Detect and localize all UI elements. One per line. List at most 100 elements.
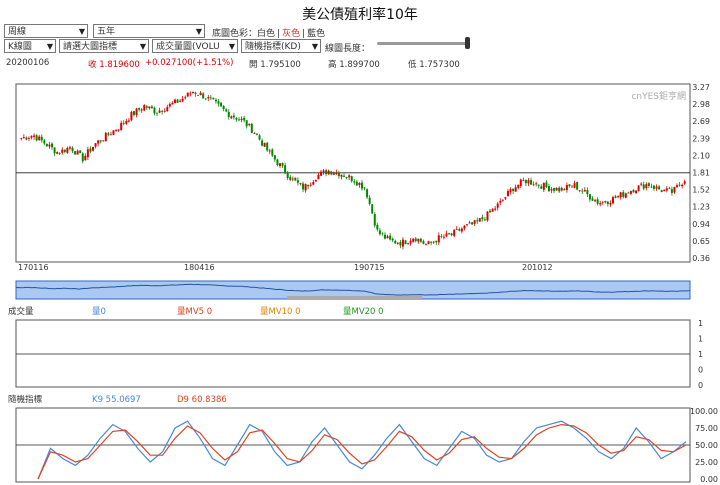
candle-body [435,241,438,243]
candle-body [535,183,538,185]
candle-body [458,229,461,231]
candle-body [156,112,159,114]
candle-body [112,130,115,135]
price-x-tick: 201012 [522,263,553,272]
stock-chart: cnYES鉅亨網 3.27 2.98 2.69 2.39 2.10 1.81 1.52 1.2… [8,83,718,484]
candle-body [591,198,594,201]
candle-body [138,108,141,110]
candle-body [360,182,363,189]
candle-body [248,123,251,126]
candle-body [163,110,166,112]
candle-body [419,238,422,242]
candle-body [214,99,217,102]
candle-body [284,165,287,174]
candle-body [348,175,351,178]
candle-body [199,92,202,96]
candle-body [74,151,77,155]
candle-body [665,188,668,191]
candle-body [97,140,100,144]
candle-body [261,140,264,146]
candle-body [663,189,666,192]
candle-body [471,222,474,225]
candle-body [530,180,533,185]
candle-body [102,140,105,142]
candle-body [483,219,486,221]
candle-body [578,190,581,192]
price-y-tick: 2.39 [692,134,710,143]
candle-body [371,204,374,214]
candle-body [263,143,266,147]
candle-body [450,233,453,236]
kd-y-tick: 0.00 [700,475,718,484]
price-y-axis: 3.27 2.98 2.69 2.39 2.10 1.81 1.52 1.23 0.94 0.65… [692,83,710,263]
candle-body [48,144,51,147]
candle-body [355,181,358,186]
candle-body [225,109,228,112]
price-x-axis: 170116 180416 190715 201012 [18,263,553,272]
candle-body [678,184,681,186]
candle-body [404,240,407,245]
candle-body [79,150,82,153]
candle-body [571,186,574,188]
candle-body [71,147,74,152]
candle-body [358,182,361,185]
candle-body [468,222,471,224]
candle-body [553,188,556,191]
candle-body [230,116,233,119]
candle-body [45,143,48,147]
candle-body [658,186,661,190]
candle-body [122,122,125,124]
candle-body [455,228,458,230]
candle-body [107,133,110,135]
candle-body [304,184,307,191]
candle-body [343,175,346,177]
candle-body [281,162,284,166]
candle-body [611,197,614,204]
candle-body [63,149,66,153]
candle-body [489,210,492,213]
candle-body [22,137,25,138]
candle-body [407,242,410,244]
candle-body [425,244,428,246]
candle-body [463,225,466,229]
price-y-tick: 0.94 [692,220,710,229]
candle-body [486,211,489,221]
candle-body [512,188,515,191]
candle-body [491,209,494,212]
candle-body [314,179,317,182]
price-y-tick: 1.52 [692,186,710,195]
candle-body [494,208,497,210]
candle-body [350,176,353,182]
candle-body [391,238,394,241]
kd-y-tick: 75.00 [695,424,718,433]
candle-body [68,147,71,149]
price-y-tick: 2.10 [692,151,710,160]
candle-body [238,119,241,121]
price-y-tick: 0.65 [692,237,710,246]
candle-body [453,229,456,236]
candle-body [207,97,210,99]
candle-body [117,129,120,131]
price-y-tick: 3.27 [692,83,710,92]
candle-body [81,153,84,162]
candle-body [501,199,504,201]
candle-body [381,233,384,235]
candle-body [158,110,161,113]
candle-body [150,106,153,109]
kd-title: 隨機指標 [8,394,43,405]
candle-body [312,181,315,185]
candle-body [588,194,591,200]
candle-body [622,192,625,197]
candle-body [519,179,522,187]
candle-body [171,102,174,105]
candle-body [681,184,684,187]
volume-mv5-legend: 量MV5 0 [177,307,212,317]
candle-body [143,105,146,111]
candle-body [273,155,276,160]
candle-body [40,136,43,141]
candle-body [396,243,399,244]
candle-body [135,108,138,116]
navigator-scrollbar[interactable] [287,296,422,300]
candle-body [537,184,540,186]
candle-body [517,184,520,188]
